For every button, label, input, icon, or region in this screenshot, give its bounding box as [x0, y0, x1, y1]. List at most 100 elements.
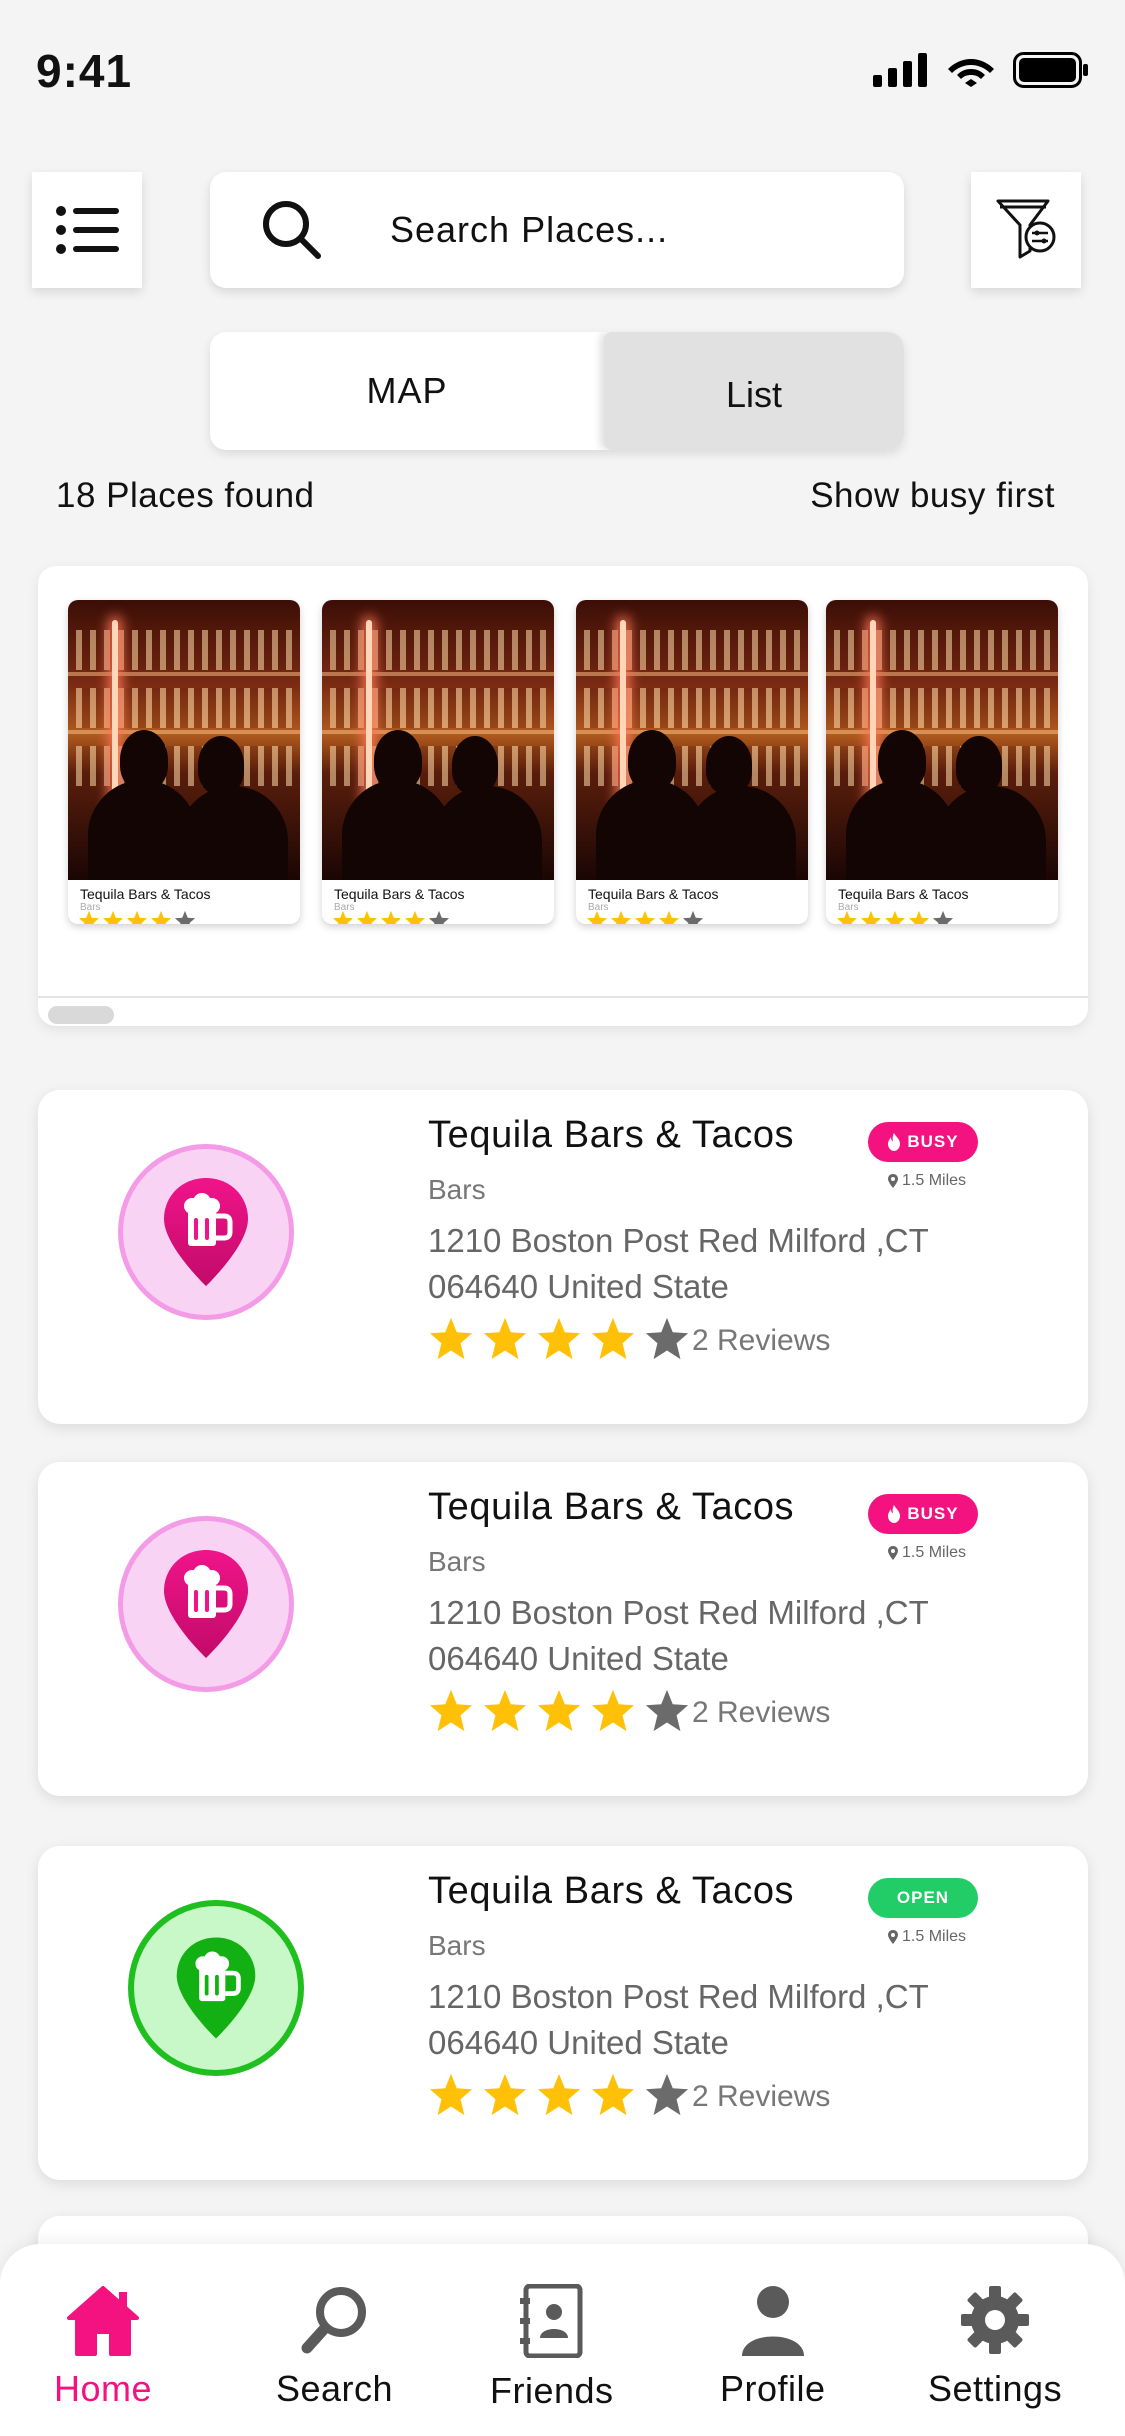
- tab-profile[interactable]: Profile: [720, 2284, 826, 2410]
- distance: 1.5 Miles: [888, 1928, 966, 1946]
- carousel-card-title: Tequila Bars & Tacos: [838, 886, 969, 902]
- star-filled-icon: [483, 1689, 527, 1732]
- star-empty-icon: [645, 1689, 689, 1732]
- star-filled-icon: [332, 910, 354, 924]
- star-filled-icon: [429, 1317, 473, 1360]
- flame-icon: [888, 1505, 901, 1523]
- place-title: Tequila Bars & Tacos: [428, 1870, 795, 1912]
- rating-stars: [836, 910, 954, 924]
- cellular-signal-icon: [873, 53, 927, 87]
- search-input[interactable]: Search Places...: [210, 172, 904, 288]
- map-view-tab[interactable]: MAP: [210, 332, 604, 450]
- tab-label: Home: [54, 2368, 153, 2409]
- star-filled-icon: [591, 1317, 635, 1360]
- location-pin-icon: [888, 1174, 898, 1188]
- carousel-card[interactable]: Tequila Bars & Tacos Bars: [322, 600, 554, 924]
- star-filled-icon: [126, 910, 148, 924]
- star-filled-icon: [836, 910, 858, 924]
- wifi-icon: [948, 59, 994, 87]
- review-count[interactable]: 2 Reviews: [692, 1696, 830, 1730]
- distance-label: 1.5 Miles: [902, 1928, 967, 1945]
- carousel-card-title: Tequila Bars & Tacos: [588, 886, 719, 902]
- status-icons: [873, 52, 1089, 88]
- place-card[interactable]: Tequila Bars & Tacos Bars 1210 Boston Po…: [38, 1846, 1088, 2180]
- star-filled-icon: [429, 1689, 473, 1732]
- status-label: BUSY: [907, 1504, 959, 1523]
- star-filled-icon: [537, 1689, 581, 1732]
- star-empty-icon: [645, 2073, 689, 2116]
- beer-pin-icon: [128, 1900, 304, 2076]
- status-time: 9:41: [36, 45, 133, 97]
- star-filled-icon: [356, 910, 378, 924]
- location-pin-icon: [888, 1546, 898, 1560]
- star-empty-icon: [428, 910, 450, 924]
- status-label: OPEN: [896, 1888, 950, 1907]
- carousel-card[interactable]: Tequila Bars & Tacos Bars: [576, 600, 808, 924]
- view-toggle: MAP List: [210, 332, 904, 450]
- location-pin-icon: [888, 1930, 898, 1944]
- status-badge: BUSY: [868, 1494, 978, 1534]
- featured-carousel: Tequila Bars & Tacos Bars Tequila Bars &…: [38, 566, 1088, 1026]
- distance: 1.5 Miles: [888, 1172, 966, 1190]
- review-count[interactable]: 2 Reviews: [692, 1324, 830, 1358]
- star-filled-icon: [483, 1317, 527, 1360]
- bar-photo: [68, 600, 300, 880]
- star-filled-icon: [586, 910, 608, 924]
- place-address: 1210 Boston Post Red Milford ,CT 064640 …: [428, 1594, 929, 1677]
- carousel-card[interactable]: Tequila Bars & Tacos Bars: [826, 600, 1058, 924]
- tab-home[interactable]: Home: [54, 2284, 152, 2410]
- bar-photo: [576, 600, 808, 880]
- star-filled-icon: [658, 910, 680, 924]
- scrollbar-thumb[interactable]: [48, 1006, 114, 1024]
- star-filled-icon: [634, 910, 656, 924]
- user-icon: [741, 2286, 804, 2356]
- star-filled-icon: [908, 910, 930, 924]
- place-card[interactable]: Tequila Bars & Tacos Bars 1210 Boston Po…: [38, 1090, 1088, 1424]
- carousel-card-title: Tequila Bars & Tacos: [80, 886, 211, 902]
- beer-pin-icon: [118, 1516, 294, 1692]
- battery-icon: [1013, 52, 1088, 88]
- tab-settings[interactable]: Settings: [928, 2284, 1062, 2410]
- star-filled-icon: [102, 910, 124, 924]
- gear-icon: [961, 2286, 1030, 2354]
- star-empty-icon: [932, 910, 954, 924]
- review-count[interactable]: 2 Reviews: [692, 2080, 830, 2114]
- place-category: Bars: [428, 1546, 486, 1577]
- rating-stars: [586, 910, 704, 924]
- tab-label: Search: [276, 2368, 394, 2409]
- star-empty-icon: [174, 910, 196, 924]
- filter-button[interactable]: [971, 172, 1081, 288]
- rating-stars: [428, 1688, 690, 1734]
- place-category: Bars: [428, 1174, 486, 1205]
- star-filled-icon: [860, 910, 882, 924]
- place-card[interactable]: Tequila Bars & Tacos Bars 1210 Boston Po…: [38, 1462, 1088, 1796]
- menu-icon: [56, 206, 119, 254]
- menu-button[interactable]: [32, 172, 142, 288]
- bar-photo: [826, 600, 1058, 880]
- star-empty-icon: [682, 910, 704, 924]
- search-placeholder: Search Places...: [390, 209, 669, 250]
- tab-friends[interactable]: Friends: [490, 2284, 614, 2412]
- sort-busy-first-button[interactable]: Show busy first: [810, 476, 1055, 516]
- star-filled-icon: [404, 910, 426, 924]
- star-filled-icon: [150, 910, 172, 924]
- tab-label: Friends: [490, 2370, 614, 2411]
- tab-search[interactable]: Search: [276, 2284, 393, 2410]
- tab-label: Profile: [720, 2368, 826, 2409]
- carousel-card-title: Tequila Bars & Tacos: [334, 886, 465, 902]
- filter-icon: [996, 199, 1056, 259]
- flame-icon: [888, 1133, 901, 1151]
- place-title: Tequila Bars & Tacos: [428, 1486, 795, 1528]
- rating-stars: [78, 910, 196, 924]
- star-filled-icon: [429, 2073, 473, 2116]
- list-view-tab[interactable]: List: [604, 332, 904, 450]
- carousel-card[interactable]: Tequila Bars & Tacos Bars: [68, 600, 300, 924]
- status-label: BUSY: [907, 1132, 959, 1151]
- star-filled-icon: [483, 2073, 527, 2116]
- star-filled-icon: [380, 910, 402, 924]
- carousel-scrollbar[interactable]: [38, 996, 1088, 1024]
- bar-photo: [322, 600, 554, 880]
- place-address: 1210 Boston Post Red Milford ,CT 064640 …: [428, 1222, 929, 1305]
- distance-label: 1.5 Miles: [902, 1172, 967, 1189]
- status-badge: BUSY: [868, 1122, 978, 1162]
